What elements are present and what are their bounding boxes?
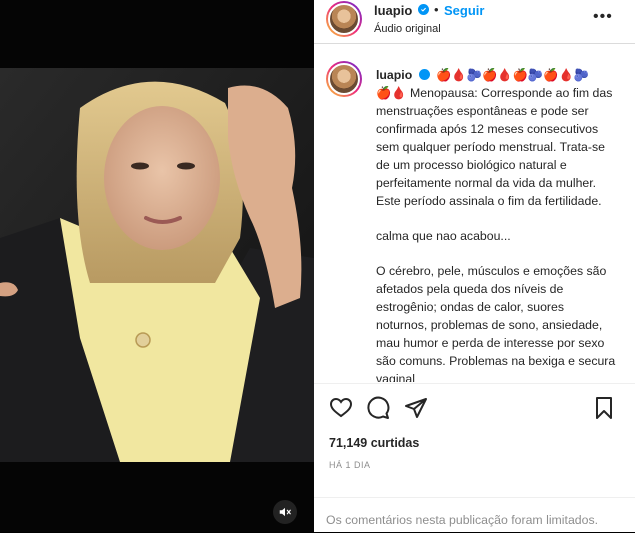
comments-limited-notice: Os comentários nesta publicação foram li… [326,513,599,527]
caption-username[interactable]: luapio [376,68,412,82]
comments-footer: Os comentários nesta publicação foram li… [314,497,635,533]
caption-paragraph-2: calma que nao acabou... [376,229,511,243]
verified-badge-icon [418,4,429,15]
caption-avatar[interactable] [326,61,362,97]
likes-count[interactable]: 71,149 curtidas [329,436,419,450]
video-frame-image [0,68,314,462]
mute-toggle-button[interactable] [273,500,297,524]
post-timestamp[interactable]: HÁ 1 DIA [329,460,371,470]
author-username[interactable]: luapio [374,3,412,18]
caption-paragraph-3: O cérebro, pele, músculos e emoções são … [376,264,616,382]
instagram-post-view: luapio • Seguir Áudio original ••• luapi… [0,0,635,532]
verified-badge-icon [418,69,430,80]
caption-emoji-line: 🍎🩸🫐🍎🩸🍎🫐🍎🩸🫐 [436,68,590,82]
more-options-icon[interactable]: ••• [593,8,613,26]
post-sidebar: luapio • Seguir Áudio original ••• luapi… [314,0,635,532]
speaker-muted-icon [279,507,291,517]
follow-button[interactable]: Seguir [444,3,484,18]
avatar-image [328,63,360,95]
caption-text: luapio 🍎🩸🫐🍎🩸🍎🫐🍎🩸🫐 🍎🩸 Menopausa: Correspo… [376,66,616,382]
audio-label[interactable]: Áudio original [374,23,441,35]
send-icon[interactable] [404,396,428,420]
avatar-image [328,3,360,35]
post-media[interactable] [0,0,314,532]
video-player[interactable] [0,68,314,462]
post-header: luapio • Seguir Áudio original ••• [314,0,635,44]
bookmark-icon[interactable] [592,396,616,420]
caption-paragraph-1: 🍎🩸 Menopausa: Corresponde ao fim das men… [376,86,613,208]
heart-icon[interactable] [329,396,353,420]
separator-dot: • [434,2,439,17]
caption-area: luapio 🍎🩸🫐🍎🩸🍎🫐🍎🩸🫐 🍎🩸 Menopausa: Correspo… [314,56,635,382]
author-avatar[interactable] [326,1,362,37]
comment-icon[interactable] [366,396,390,420]
action-bar [314,383,635,434]
